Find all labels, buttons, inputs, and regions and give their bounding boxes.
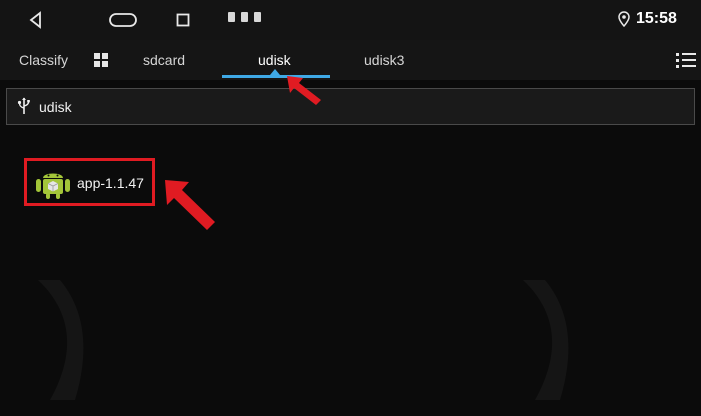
home-icon[interactable] (108, 9, 138, 31)
path-bar[interactable]: udisk (6, 88, 695, 125)
notification-icon (254, 12, 261, 22)
grid-view-icon[interactable] (94, 53, 108, 67)
tab-udisk[interactable]: udisk (258, 52, 291, 68)
list-menu-icon[interactable] (676, 51, 696, 69)
android-apk-icon (36, 169, 70, 204)
recent-apps-icon[interactable] (175, 9, 191, 31)
file-name: app-1.1.47 (77, 175, 144, 191)
tab-udisk3[interactable]: udisk3 (364, 52, 404, 68)
tab-classify[interactable]: Classify (19, 52, 68, 68)
annotation-arrow (287, 76, 321, 105)
usb-icon (17, 97, 31, 120)
status-clock: 15:58 (636, 10, 677, 27)
annotation-arrow (165, 180, 215, 230)
decorative-shadow (523, 280, 569, 400)
path-label: udisk (39, 99, 72, 115)
notification-icon (228, 12, 235, 22)
notification-icon (241, 12, 248, 22)
notification-icons (228, 12, 261, 22)
tab-sdcard[interactable]: sdcard (143, 52, 185, 68)
status-bar: 15:58 (0, 0, 701, 40)
tab-bar: Classify sdcard udisk udisk3 (0, 40, 701, 80)
app-window: 15:58 Classify sdcard udisk udisk3 udisk… (0, 0, 701, 416)
location-icon (618, 11, 630, 32)
decorative-shadow (38, 280, 84, 400)
list-item[interactable]: app-1.1.47 (24, 158, 155, 206)
back-icon[interactable] (24, 9, 46, 31)
